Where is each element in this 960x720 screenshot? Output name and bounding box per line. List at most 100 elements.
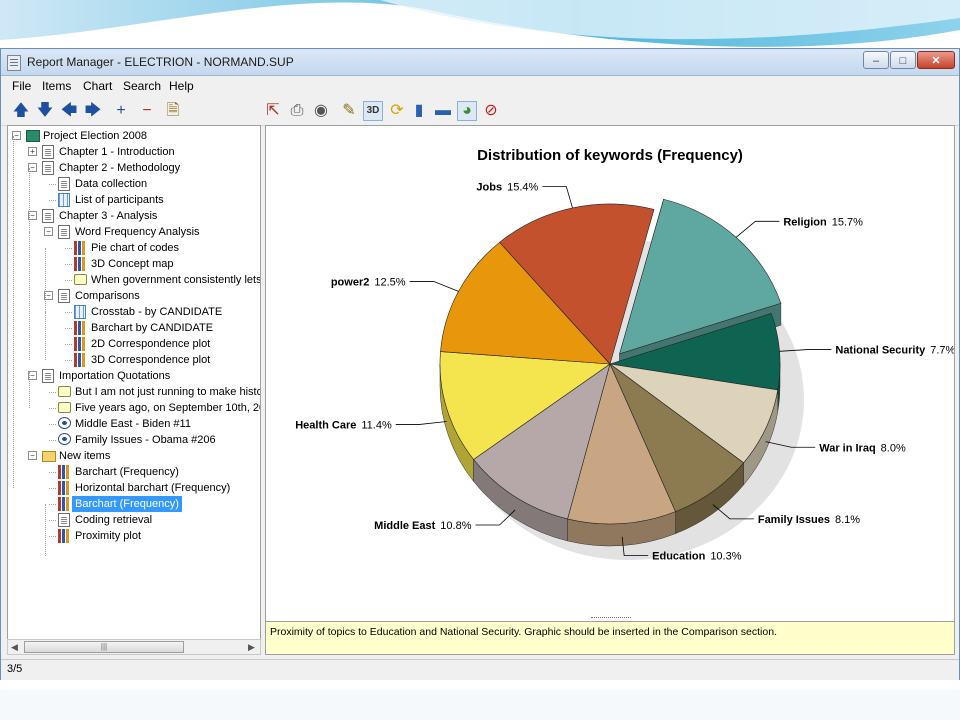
doc-icon [42, 209, 54, 223]
collapse-icon[interactable]: − [28, 451, 37, 460]
camera-icon[interactable]: ◉ [311, 101, 331, 121]
leader-line [735, 220, 780, 238]
edit-chart-icon[interactable]: ✎ [339, 101, 359, 121]
bars-icon [74, 241, 86, 255]
quote-icon [58, 417, 71, 429]
tree-item-label: Project Election 2008 [43, 130, 147, 142]
tree-item[interactable]: Family Issues - Obama #206 [8, 432, 260, 448]
minimize-button[interactable]: – [863, 51, 889, 69]
arrow-left-icon[interactable]: 🡄 [59, 101, 79, 121]
tree-item-label: Horizontal barchart (Frequency) [75, 482, 231, 494]
maximize-button[interactable]: □ [890, 51, 916, 69]
3d-toggle-icon[interactable]: 3D [363, 101, 383, 121]
tree-item-label: Data collection [75, 178, 148, 190]
add-icon[interactable]: + [111, 101, 131, 121]
tree-item[interactable]: List of participants [8, 192, 260, 208]
tree-item[interactable]: − Chapter 2 - Methodology [8, 160, 260, 176]
report-tree[interactable]: − Project Election 2008 + Chapter 1 - Intro… [7, 125, 261, 655]
tree-item[interactable]: Data collection [8, 176, 260, 192]
cancel-icon[interactable]: ⊘ [481, 101, 501, 121]
tree-item[interactable]: Barchart (Frequency) [8, 464, 260, 480]
arrow-right-icon[interactable]: 🡆 [83, 101, 103, 121]
menu-chart[interactable]: Chart [83, 79, 112, 93]
slice-label-value: 8.1% [835, 514, 860, 526]
tree-item-label: Middle East - Biden #11 [75, 418, 191, 430]
tree-item-label: 2D Correspondence plot [91, 338, 211, 350]
leader-line [395, 421, 447, 425]
tree-item[interactable]: Five years ago, on September 10th, 200 [8, 400, 260, 416]
pie-chart-icon[interactable]: ◕ [457, 101, 477, 121]
tree-item-label: Family Issues - Obama #206 [75, 434, 216, 446]
menu-file[interactable]: File [12, 79, 31, 93]
slice-label: Education 10.3% [652, 551, 742, 563]
tree-item-label: Importation Quotations [59, 370, 171, 382]
export-icon[interactable]: ⇱ [263, 101, 283, 121]
slice-label: Family Issues 8.1% [758, 514, 860, 526]
note-icon [58, 402, 71, 413]
collapse-icon[interactable]: − [44, 227, 53, 236]
remove-icon[interactable]: − [137, 101, 157, 121]
doc-icon [58, 177, 70, 191]
tree-item-label: Barchart by CANDIDATE [91, 322, 214, 334]
arrow-up-icon[interactable]: 🡅 [11, 101, 31, 121]
tree-item[interactable]: − Project Election 2008 [8, 128, 260, 144]
quote-icon [58, 433, 71, 445]
slice-label-name: Family Issues [758, 514, 830, 526]
bars-icon [58, 481, 70, 495]
tree-item-label: When government consistently lets us [91, 274, 261, 286]
scroll-right-icon[interactable]: ▶ [248, 642, 255, 653]
title-bar[interactable]: Report Manager - ELECTRION - NORMAND.SUP… [1, 49, 959, 76]
pie-chart: Distribution of keywords (Frequency) Rel… [295, 147, 954, 563]
tree-item-label: Word Frequency Analysis [75, 226, 200, 238]
print-icon[interactable]: ⎙ [287, 101, 307, 121]
status-bar: 3/5 [1, 659, 959, 680]
expand-icon[interactable]: + [28, 147, 37, 156]
slice-label: War in Iraq 8.0% [819, 442, 906, 454]
slice-label-value: 15.7% [832, 216, 863, 228]
tree-item[interactable]: Middle East - Biden #11 [8, 416, 260, 432]
tree-item-label: Pie chart of codes [91, 242, 180, 254]
chart-title: Distribution of keywords (Frequency) [477, 147, 743, 164]
tree-item[interactable]: But I am not just running to make histor… [8, 384, 260, 400]
menu-items[interactable]: Items [42, 79, 71, 93]
scroll-left-icon[interactable]: ◀ [11, 642, 18, 653]
tree-horizontal-scrollbar[interactable]: ◀ ||| ▶ [7, 639, 261, 655]
slice-label-name: War in Iraq [819, 442, 875, 454]
tree-item[interactable]: − Word Frequency Analysis [8, 224, 260, 240]
notes-panel[interactable]: Proximity of topics to Education and Nat… [265, 621, 955, 655]
slice-label-name: Education [652, 551, 705, 563]
tree-item[interactable]: Horizontal barchart (Frequency) [8, 480, 260, 496]
app-icon [7, 55, 21, 71]
menu-help[interactable]: Help [169, 79, 194, 93]
slice-label: Middle East 10.8% [374, 520, 472, 532]
menu-search[interactable]: Search [123, 79, 161, 93]
tree-item-label: Chapter 1 - Introduction [59, 146, 175, 158]
bars-icon [74, 353, 86, 367]
tree-item[interactable]: + Chapter 1 - Introduction [8, 144, 260, 160]
slice-label-name: National Security [835, 345, 926, 357]
rotate-icon[interactable]: ⟳ [387, 101, 407, 121]
slice-label: Health Care 11.4% [295, 419, 392, 431]
scroll-thumb[interactable]: ||| [24, 641, 184, 653]
window-title: Report Manager - ELECTRION - NORMAND.SUP [27, 55, 294, 69]
new-item-icon[interactable]: 🗎 [163, 101, 183, 121]
tree-item[interactable]: − Importation Quotations [8, 368, 260, 384]
report-manager-window: Report Manager - ELECTRION - NORMAND.SUP… [0, 48, 960, 680]
note-icon [74, 274, 87, 285]
tree-item[interactable]: − New items [8, 448, 260, 464]
tree-item-label: Barchart (Frequency) [75, 466, 179, 478]
arrow-down-icon[interactable]: 🡇 [35, 101, 55, 121]
tree-item[interactable]: − Chapter 3 - Analysis [8, 208, 260, 224]
bar-chart-icon[interactable]: ▮ [409, 101, 429, 121]
slice-label: Jobs 15.4% [476, 181, 538, 193]
tree-item-label: 3D Correspondence plot [91, 354, 211, 366]
slice-label-value: 10.8% [440, 520, 471, 532]
tree-item-label: Crosstab - by CANDIDATE [91, 306, 223, 318]
slice-label-value: 8.0% [881, 442, 906, 454]
slice-label-name: Middle East [374, 520, 435, 532]
horizontal-bar-icon[interactable]: ▬ [433, 101, 453, 121]
doc-icon [42, 161, 54, 175]
tree-item-label: Chapter 2 - Methodology [59, 162, 181, 174]
bars-icon [74, 321, 86, 335]
close-button[interactable]: ✕ [917, 51, 955, 69]
